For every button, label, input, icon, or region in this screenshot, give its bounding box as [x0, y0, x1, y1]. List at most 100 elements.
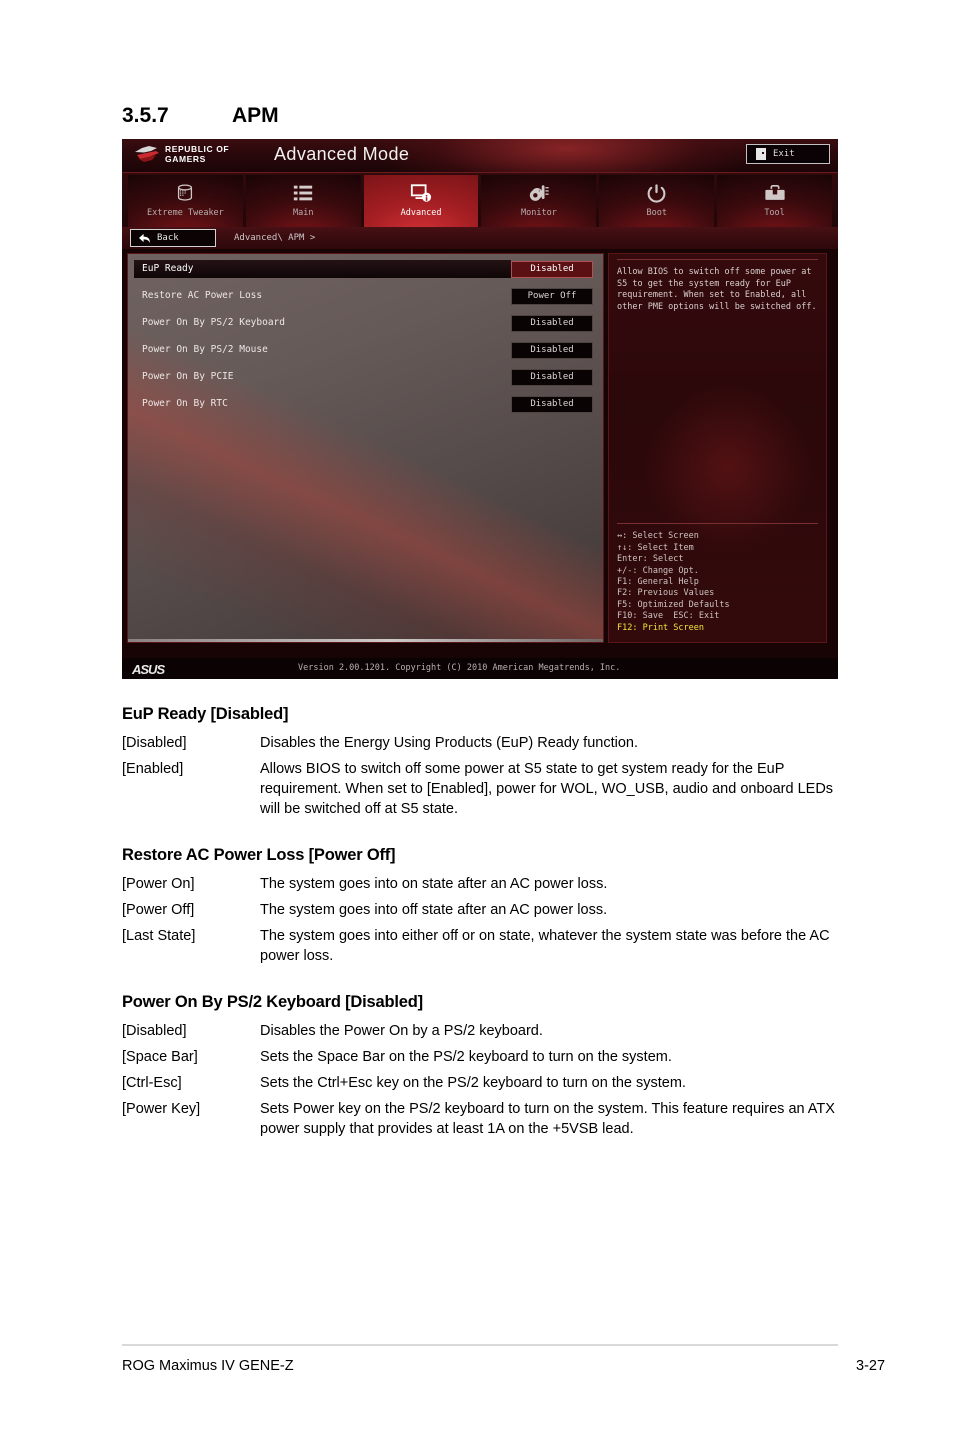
option-value[interactable]: Disabled [511, 395, 593, 413]
definition-description: The system goes into off state after an … [260, 902, 608, 918]
definition-key: [Power Off] [122, 902, 195, 918]
thermometer-icon [528, 181, 550, 205]
legend-line: F10: Save ESC: Exit [617, 611, 720, 622]
option-label: Power On By RTC [142, 398, 228, 409]
option-row-restore-ac-power-loss[interactable]: Restore AC Power Loss Power Off [134, 287, 597, 305]
definition-row: [Disabled] Disables the Energy Using Pro… [122, 733, 840, 753]
doc-heading-restore-ac-power-loss: Restore AC Power Loss [Power Off] [122, 846, 396, 864]
rog-line-2: GAMERS [165, 153, 206, 164]
definition-description: Disables the Power On by a PS/2 keyboard… [260, 1023, 543, 1039]
option-row-power-on-by-pcie[interactable]: Power On By PCIE Disabled [134, 368, 597, 386]
option-row-power-on-by-ps2-keyboard[interactable]: Power On By PS/2 Keyboard Disabled [134, 314, 597, 332]
tab-extreme-tweaker[interactable]: Extreme Tweaker [128, 175, 243, 227]
definition-description: Allows BIOS to switch off some power at … [260, 761, 834, 817]
option-row-power-on-by-rtc[interactable]: Power On By RTC Disabled [134, 395, 597, 413]
legend-line: ↔: Select Screen [617, 531, 699, 542]
tab-boot[interactable]: Boot [599, 175, 715, 227]
definition-row: [Disabled] Disables the Power On by a PS… [122, 1021, 840, 1041]
breadcrumb: Advanced\ APM > [234, 233, 316, 243]
bios-screenshot: REPUBLIC OF GAMERS Advanced Mode Exit Ex… [122, 139, 838, 679]
bios-tab-bar: Extreme Tweaker Main Advanced Monitor Bo… [122, 173, 838, 227]
tab-label: Monitor [520, 208, 557, 218]
definition-description: Sets Power key on the PS/2 keyboard to t… [260, 1101, 835, 1137]
option-label: Power On By PS/2 Keyboard [142, 317, 285, 328]
definition-description: The system goes into on state after an A… [260, 876, 608, 892]
definition-key: [Ctrl-Esc] [122, 1075, 182, 1091]
doc-definitions: [Disabled] Disables the Energy Using Pro… [122, 733, 840, 819]
power-icon [646, 181, 667, 205]
definition-row: [Power On] The system goes into on state… [122, 874, 840, 894]
definition-description: Disables the Energy Using Products (EuP)… [260, 735, 638, 751]
legend-line: ↑↓: Select Item [617, 542, 694, 553]
option-label: Power On By PS/2 Mouse [142, 344, 268, 355]
legend-line-print-screen: F12: Print Screen [617, 622, 704, 633]
exit-button[interactable]: Exit [746, 144, 830, 164]
bios-header-bar: REPUBLIC OF GAMERS Advanced Mode Exit [122, 139, 838, 173]
list-icon [292, 181, 314, 205]
doc-definitions: [Disabled] Disables the Power On by a PS… [122, 1021, 840, 1139]
tab-label: Boot [646, 208, 667, 218]
bios-footer-bar: ASUS Version 2.00.1201. Copyright (C) 20… [122, 658, 838, 679]
monitor-info-icon [410, 181, 432, 205]
back-button[interactable]: Back [130, 229, 216, 247]
exit-door-icon [756, 148, 766, 160]
definition-key: [Last State] [122, 928, 196, 944]
section-heading: 3.5.7 APM [122, 104, 279, 128]
exit-button-label: Exit [773, 149, 795, 159]
definition-description: The system goes into either off or on st… [260, 928, 830, 964]
definition-key: [Enabled] [122, 761, 184, 777]
option-value[interactable]: Disabled [511, 260, 593, 278]
bios-version-text: Version 2.00.1201. Copyright (C) 2010 Am… [298, 663, 621, 673]
option-value[interactable]: Disabled [511, 314, 593, 332]
section-title: APM [232, 104, 279, 127]
options-pane: EuP Ready Disabled Restore AC Power Loss… [127, 253, 604, 643]
back-arrow-icon [139, 233, 150, 243]
definition-key: [Power Key] [122, 1101, 201, 1117]
tab-advanced[interactable]: Advanced [363, 175, 479, 227]
legend-line: F2: Previous Values [617, 588, 715, 599]
doc-heading-eup-ready: EuP Ready [Disabled] [122, 705, 289, 723]
rog-eye-icon [135, 146, 159, 162]
tab-monitor[interactable]: Monitor [481, 175, 597, 227]
option-label: Restore AC Power Loss [142, 290, 263, 301]
option-label: EuP Ready [134, 260, 511, 278]
legend-line: F1: General Help [617, 576, 699, 587]
back-button-label: Back [157, 233, 179, 243]
toolbox-icon [764, 181, 786, 205]
definition-description: Sets the Ctrl+Esc key on the PS/2 keyboa… [260, 1075, 686, 1091]
option-value[interactable]: Disabled [511, 368, 593, 386]
tab-main[interactable]: Main [245, 175, 361, 227]
legend-line: Enter: Select [617, 554, 684, 565]
tab-tool[interactable]: Tool [717, 175, 832, 227]
option-row-power-on-by-ps2-mouse[interactable]: Power On By PS/2 Mouse Disabled [134, 341, 597, 359]
definition-key: [Space Bar] [122, 1049, 198, 1065]
document-body: EuP Ready [Disabled] [Disabled] Disables… [122, 705, 840, 1145]
asus-logo: ASUS [132, 662, 165, 677]
definition-row: [Last State] The system goes into either… [122, 926, 840, 966]
doc-heading-power-on-by-ps2-keyboard: Power On By PS/2 Keyboard [Disabled] [122, 993, 423, 1011]
definition-row: [Enabled] Allows BIOS to switch off some… [122, 759, 840, 819]
definition-row: [Power Off] The system goes into off sta… [122, 900, 840, 920]
tab-label: Extreme Tweaker [147, 208, 224, 218]
page-footer-rule [122, 1344, 838, 1346]
help-divider [617, 259, 818, 260]
definition-row: [Space Bar] Sets the Space Bar on the PS… [122, 1047, 840, 1067]
key-legend: ↔: Select Screen ↑↓: Select Item Enter: … [617, 523, 818, 634]
doc-definitions: [Power On] The system goes into on state… [122, 874, 840, 966]
definition-key: [Disabled] [122, 735, 187, 751]
help-pane: Allow BIOS to switch off some power at S… [608, 253, 827, 643]
option-value[interactable]: Power Off [511, 287, 593, 305]
tab-label: Advanced [400, 208, 442, 218]
options-list: EuP Ready Disabled Restore AC Power Loss… [128, 254, 603, 413]
tweaker-icon [174, 181, 196, 205]
option-row-eup-ready[interactable]: EuP Ready Disabled [134, 260, 597, 278]
legend-line: +/-: Change Opt. [617, 565, 699, 576]
rog-logo: REPUBLIC OF GAMERS [134, 144, 229, 164]
definition-row: [Ctrl-Esc] Sets the Ctrl+Esc key on the … [122, 1073, 840, 1093]
definition-row: [Power Key] Sets Power key on the PS/2 k… [122, 1099, 840, 1139]
option-value[interactable]: Disabled [511, 341, 593, 359]
legend-line: F5: Optimized Defaults [617, 599, 730, 610]
legend-divider [617, 523, 818, 525]
option-label: Power On By PCIE [142, 371, 234, 382]
tab-label: Main [293, 208, 314, 218]
